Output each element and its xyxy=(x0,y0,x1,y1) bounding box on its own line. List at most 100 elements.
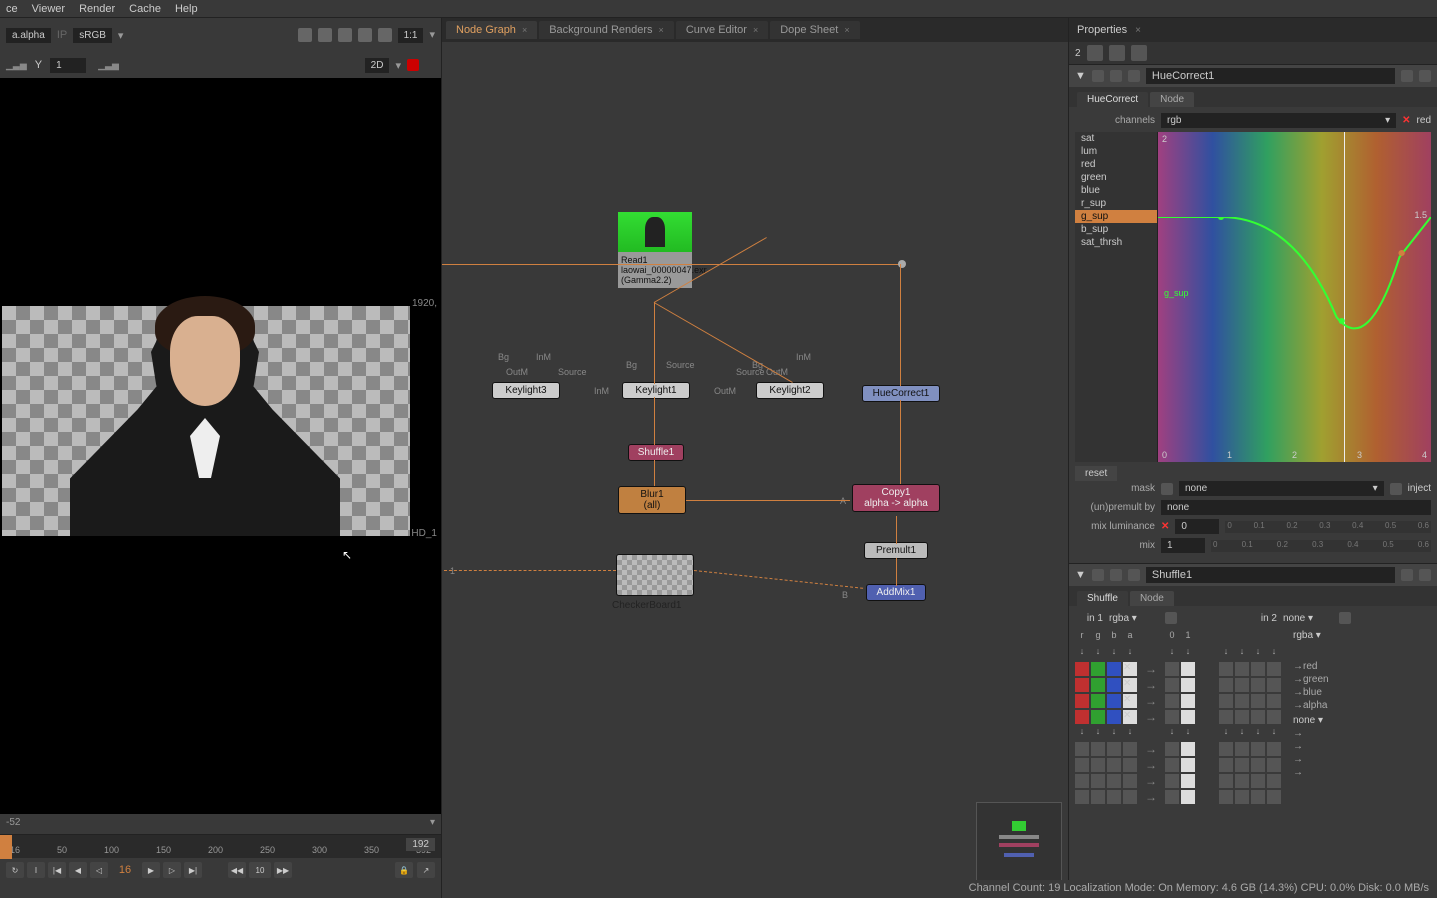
channels-dropdown[interactable]: rgb▾ xyxy=(1161,113,1396,128)
curve-item-bsup[interactable]: b_sup xyxy=(1075,223,1157,236)
curve-item-green[interactable]: green xyxy=(1075,171,1157,184)
tab-node[interactable]: Node xyxy=(1130,591,1174,606)
link-icon[interactable] xyxy=(1339,612,1351,624)
shuffle-grid-in2[interactable]: ↓↓ ↓↓ ↓↓ ↓↓ xyxy=(1219,630,1281,804)
node-keylight1[interactable]: Keylight1 xyxy=(622,382,690,399)
shuffle-grid-in1[interactable]: r↓↓ g↓↓ b↓↓ a↓✕✕✕✕↓ xyxy=(1075,630,1137,804)
curve-plot[interactable]: 2 1.5 g_sup xyxy=(1157,132,1431,462)
reset-button[interactable]: reset xyxy=(1075,466,1117,481)
pen-icon[interactable] xyxy=(1131,45,1147,61)
viewer-canvas[interactable]: 1920, HD_1 ↖ xyxy=(0,78,441,814)
redo-icon[interactable] xyxy=(1128,70,1140,82)
undo-icon[interactable] xyxy=(1110,569,1122,581)
menu-help[interactable]: Help xyxy=(175,3,198,15)
tab-dope-sheet[interactable]: Dope Sheet× xyxy=(770,21,859,39)
lock-icon[interactable] xyxy=(1087,45,1103,61)
mixlum-field[interactable]: 0 xyxy=(1175,519,1219,534)
close-icon[interactable]: × xyxy=(753,25,758,35)
curve-item-rsup[interactable]: r_sup xyxy=(1075,197,1157,210)
curve-item-satthrsh[interactable]: sat_thrsh xyxy=(1075,236,1157,249)
node-read1[interactable]: Read1 laowai_00000047.exr (Gamma2.2) xyxy=(618,212,692,288)
gamma-icon[interactable] xyxy=(358,28,372,42)
pen-icon[interactable] xyxy=(407,59,419,71)
close-icon[interactable] xyxy=(1419,70,1431,82)
node-keylight2[interactable]: Keylight2 xyxy=(756,382,824,399)
shuffle-grid-01[interactable]: 0↓↓ 1↓↓ xyxy=(1165,630,1195,804)
link-icon[interactable] xyxy=(1390,483,1402,495)
tab-curve-editor[interactable]: Curve Editor× xyxy=(676,21,768,39)
unpremult-dropdown[interactable]: none xyxy=(1161,500,1431,515)
zoom-dropdown[interactable]: 1:1 xyxy=(398,28,424,43)
mix-slider[interactable]: 00.1 0.20.3 0.40.5 0.6 xyxy=(1211,540,1431,552)
tab-huecorrect[interactable]: HueCorrect xyxy=(1077,92,1148,107)
tab-node[interactable]: Node xyxy=(1150,92,1194,107)
panel-title-shuffle[interactable]: ▼ Shuffle1 xyxy=(1069,564,1437,586)
curve-item-blue[interactable]: blue xyxy=(1075,184,1157,197)
in-point-icon[interactable]: I xyxy=(27,862,45,878)
link-icon[interactable] xyxy=(1165,612,1177,624)
node-copy1[interactable]: Copy1 alpha -> alpha xyxy=(852,484,940,512)
wipe-icon[interactable] xyxy=(298,28,312,42)
end-frame-field[interactable]: 192 xyxy=(406,838,435,851)
menu-viewer[interactable]: Viewer xyxy=(32,3,65,15)
menu-cache[interactable]: Cache xyxy=(129,3,161,15)
node-shuffle1[interactable]: Shuffle1 xyxy=(628,444,684,461)
trash-icon[interactable] xyxy=(1109,45,1125,61)
tab-bg-renders[interactable]: Background Renders× xyxy=(539,21,674,39)
lock-icon[interactable]: 🔒 xyxy=(395,862,413,878)
menu-render[interactable]: Render xyxy=(79,3,115,15)
curve-item-sat[interactable]: sat xyxy=(1075,132,1157,145)
mixlum-slider[interactable]: 00.1 0.20.3 0.40.5 0.6 xyxy=(1225,521,1431,533)
time-slider[interactable]: 16 50 100 150 200 250 300 350 392 192 xyxy=(0,834,441,858)
step-back-icon[interactable]: ◀ xyxy=(69,862,87,878)
sync-icon[interactable]: ↻ xyxy=(6,862,24,878)
in1-dropdown[interactable]: rgba ▾ xyxy=(1109,613,1159,624)
skip-back-icon[interactable]: ◀◀ xyxy=(228,862,246,878)
channel-dropdown[interactable]: a.alpha xyxy=(6,28,51,43)
prev-key-icon[interactable]: ◁ xyxy=(90,862,108,878)
skip-fwd-icon[interactable]: ▶▶ xyxy=(274,862,292,878)
node-navigator[interactable] xyxy=(976,802,1062,892)
cache-frames[interactable]: 10 xyxy=(249,862,271,878)
curve-list[interactable]: sat lum red green blue r_sup g_sup b_sup… xyxy=(1075,132,1157,462)
undo-icon[interactable] xyxy=(1110,70,1122,82)
node-keylight3[interactable]: Keylight3 xyxy=(492,382,560,399)
out-dropdown[interactable]: rgba ▾ xyxy=(1293,630,1363,641)
max-icon[interactable] xyxy=(1401,569,1413,581)
step-fwd-icon[interactable]: ▷ xyxy=(163,862,181,878)
2d-dropdown[interactable]: 2D xyxy=(365,58,390,73)
close-icon[interactable]: × xyxy=(844,25,849,35)
clear-icon[interactable]: ✕ xyxy=(1161,521,1169,532)
target-icon[interactable] xyxy=(1092,70,1104,82)
panel-title-huecorrect[interactable]: ▼ HueCorrect1 xyxy=(1069,65,1437,87)
out-icon[interactable]: ↗ xyxy=(417,862,435,878)
mask-dropdown[interactable]: none▾ xyxy=(1179,481,1384,496)
curve-item-lum[interactable]: lum xyxy=(1075,145,1157,158)
node-huecorrect1[interactable]: HueCorrect1 xyxy=(862,385,940,402)
play-icon[interactable]: ▶ xyxy=(142,862,160,878)
mix-field[interactable]: 1 xyxy=(1161,538,1205,553)
colorspace-dropdown[interactable]: sRGB xyxy=(73,28,112,43)
mask-toggle-icon[interactable] xyxy=(1161,483,1173,495)
node-addmix1[interactable]: AddMix1 xyxy=(866,584,926,601)
curve-item-gsup[interactable]: g_sup xyxy=(1075,210,1157,223)
tab-node-graph[interactable]: Node Graph× xyxy=(446,21,537,39)
curve-item-red[interactable]: red xyxy=(1075,158,1157,171)
close-icon[interactable]: × xyxy=(1135,25,1141,36)
node-blur1[interactable]: Blur1 (all) xyxy=(618,486,686,514)
current-frame[interactable]: 16 xyxy=(111,864,139,876)
close-icon[interactable] xyxy=(1419,569,1431,581)
node-canvas[interactable]: Read1 laowai_00000047.exr (Gamma2.2) Bg … xyxy=(442,42,1068,898)
menu-project[interactable]: ce xyxy=(6,3,18,15)
pause-icon[interactable] xyxy=(378,28,392,42)
playhead[interactable] xyxy=(0,835,12,859)
tab-shuffle[interactable]: Shuffle xyxy=(1077,591,1128,606)
node-checkerboard1[interactable] xyxy=(616,554,694,596)
target-icon[interactable] xyxy=(1092,569,1104,581)
in2-dropdown[interactable]: none ▾ xyxy=(1283,613,1333,624)
clear-icon[interactable]: ✕ xyxy=(1402,115,1410,126)
y-value[interactable]: 1 xyxy=(50,58,86,73)
goto-start-icon[interactable]: |◀ xyxy=(48,862,66,878)
refresh-icon[interactable] xyxy=(338,28,352,42)
redo-icon[interactable] xyxy=(1128,569,1140,581)
